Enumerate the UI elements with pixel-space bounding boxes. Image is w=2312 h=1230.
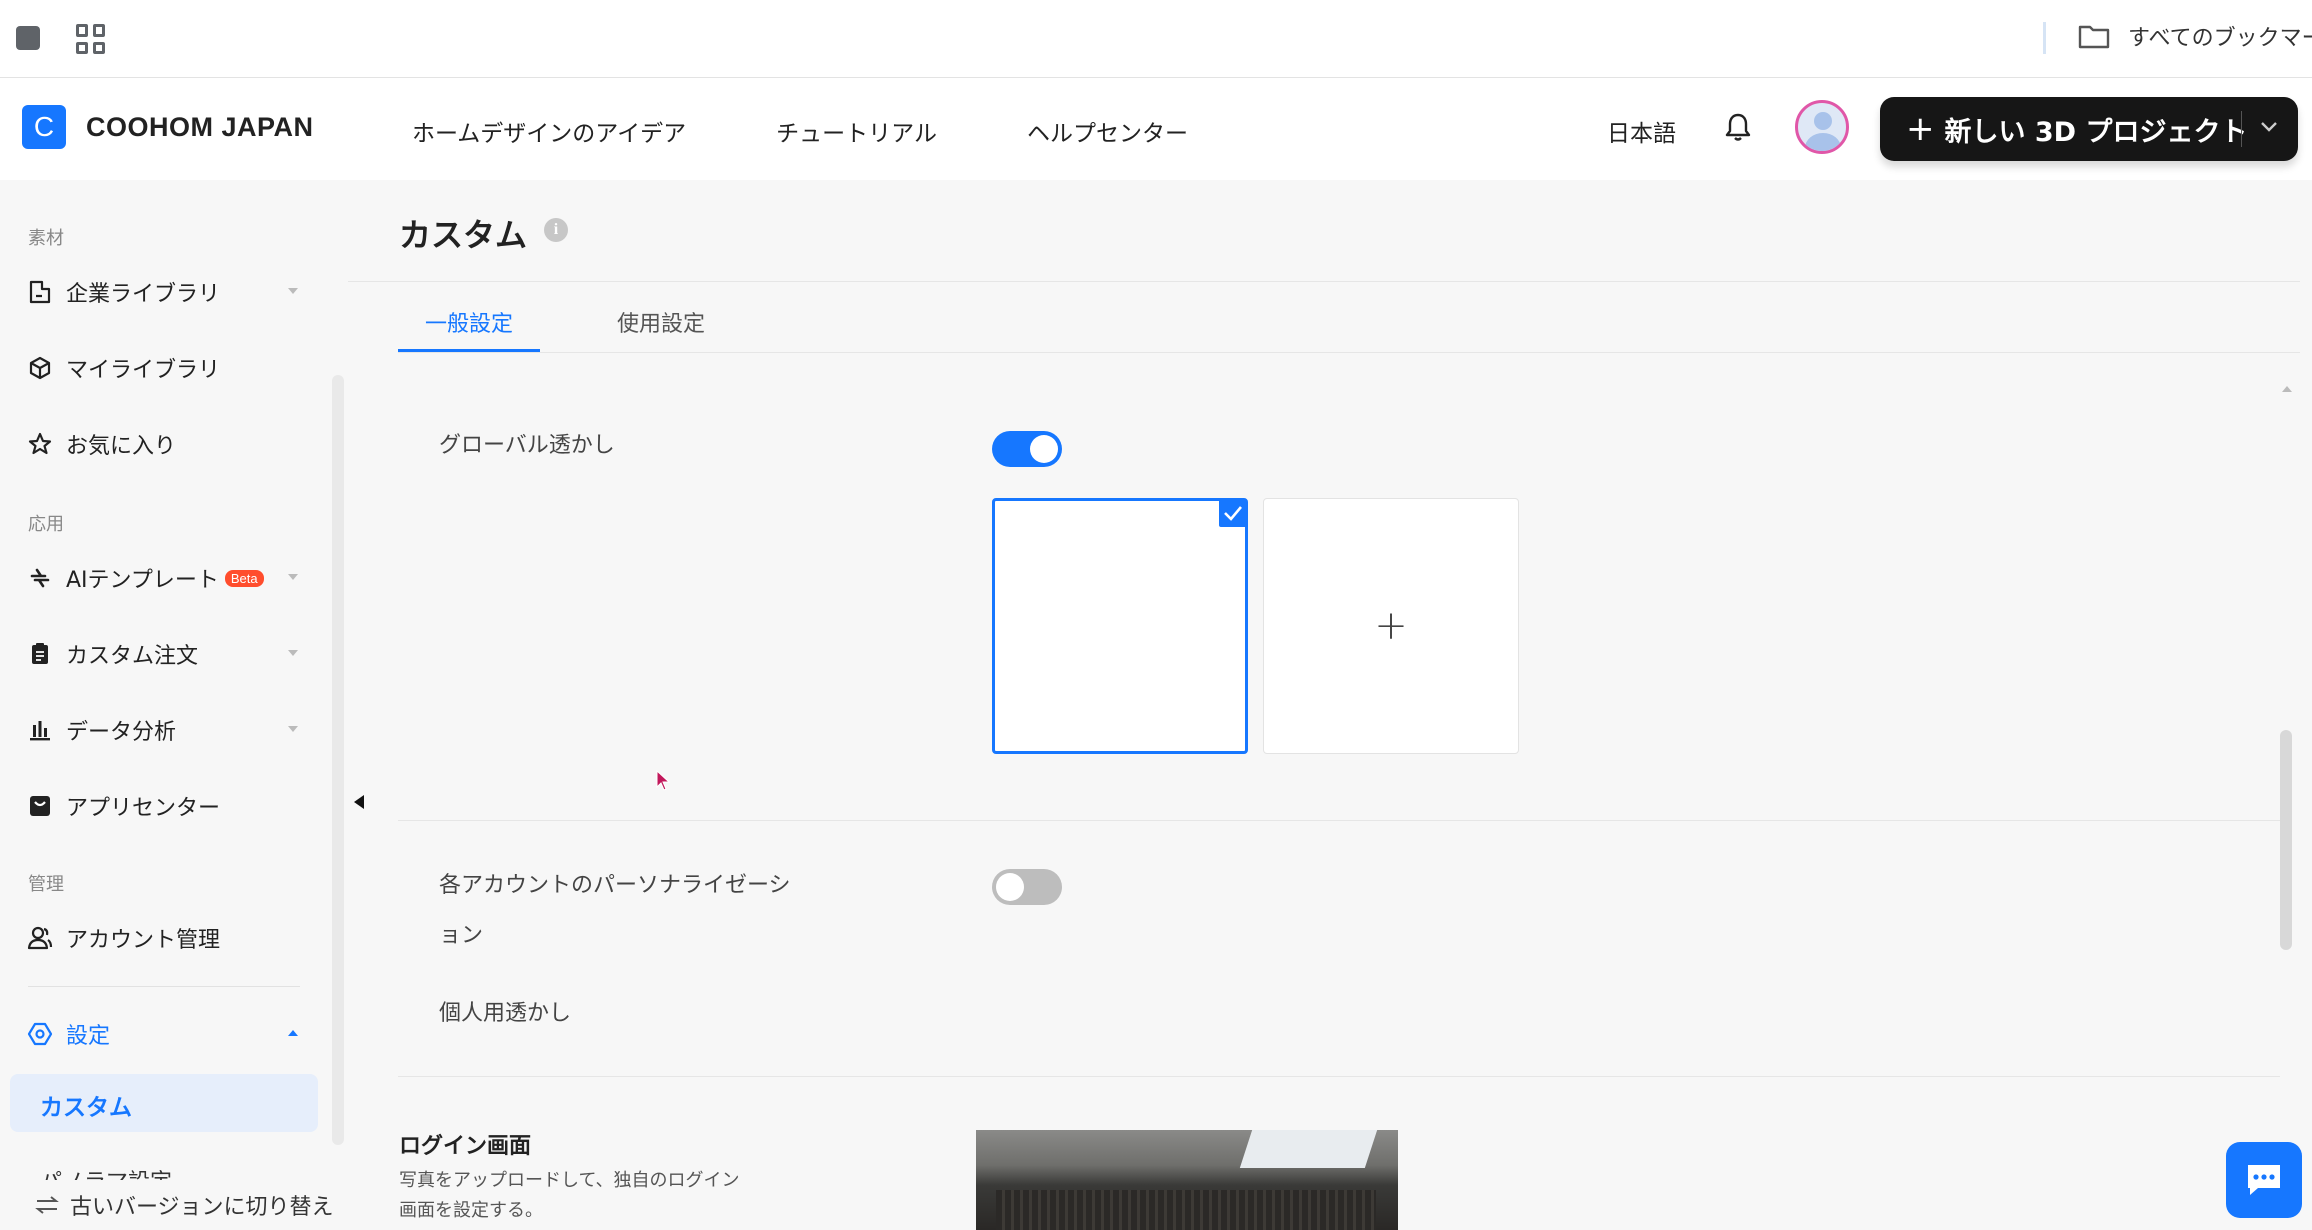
section-divider	[398, 1076, 2280, 1077]
sidebar: 素材 企業ライブラリ マイライブラリ お気に入り 応用 AIテンプレート Bet…	[0, 180, 340, 1230]
button-split-divider	[2241, 111, 2242, 147]
page-title: カスタム	[399, 216, 528, 254]
login-screen-title: ログイン画面	[399, 1134, 532, 1159]
sidebar-subitem-custom[interactable]: カスタム	[10, 1074, 318, 1132]
bar-chart-icon	[26, 716, 54, 744]
checkmark-icon[interactable]	[1219, 499, 1247, 527]
logo-icon[interactable]: C	[22, 105, 66, 149]
star-icon	[26, 430, 54, 458]
toggle-knob	[996, 873, 1024, 901]
title-divider	[348, 281, 2300, 282]
sidebar-item-label: アカウント管理	[66, 928, 221, 953]
all-bookmarks-button[interactable]: すべてのブックマーク	[2078, 20, 2312, 52]
nav-home-design-ideas[interactable]: ホームデザインのアイデア	[412, 114, 686, 148]
watermark-thumbnail-selected[interactable]	[992, 498, 1248, 754]
tab-usage-settings[interactable]: 使用設定	[617, 306, 705, 338]
main-scrollbar[interactable]	[2280, 730, 2292, 950]
tabs-divider	[398, 352, 2300, 353]
building-library-icon	[26, 278, 54, 306]
section-materials: 素材	[28, 228, 64, 249]
sidebar-item-label: 設定	[66, 1024, 111, 1049]
user-group-icon	[26, 924, 54, 952]
global-watermark-toggle[interactable]	[992, 431, 1062, 467]
sidebar-item-label: マイライブラリ	[66, 358, 221, 383]
sidebar-divider	[28, 986, 300, 987]
sidebar-item-label: アプリセンター	[66, 796, 221, 821]
app-header: C COOHOM JAPAN ホームデザインのアイデア チュートリアル ヘルプセ…	[0, 78, 2312, 180]
apps-grid-icon[interactable]	[76, 24, 106, 54]
global-watermark-label: グローバル透かし	[439, 433, 615, 458]
sidebar-item-settings[interactable]: 設定	[26, 1010, 298, 1058]
tab-strip-icon[interactable]	[16, 26, 40, 50]
toggle-knob	[1030, 435, 1058, 463]
personalization-label-line2: ョン	[439, 923, 484, 948]
mouse-cursor-icon	[656, 769, 672, 792]
language-selector[interactable]: 日本語	[1607, 114, 1676, 148]
section-admin: 管理	[28, 874, 64, 895]
all-bookmarks-label: すべてのブックマーク	[2128, 26, 2312, 51]
browser-bookmark-bar: すべてのブックマーク	[0, 0, 2312, 78]
login-desc-line1: 写真をアップロードして、独自のログイン	[399, 1170, 740, 1191]
top-nav: ホームデザインのアイデア チュートリアル ヘルプセンター	[412, 114, 1188, 148]
sidebar-item-label: AIテンプレート	[66, 568, 219, 593]
switch-old-version-label: 古いバージョンに切り替え	[70, 1195, 334, 1220]
login-desc-line2: 画面を設定する。	[399, 1200, 543, 1221]
switch-old-version-button[interactable]: 古いバージョンに切り替え	[0, 1180, 340, 1230]
new-3d-project-button[interactable]: + 新しい 3D プロジェクト	[1880, 97, 2298, 161]
sidebar-item-ai-templates[interactable]: AIテンプレート Beta	[26, 554, 298, 602]
section-apps: 応用	[28, 514, 64, 535]
sidebar-item-label: カスタム注文	[66, 644, 199, 669]
clipboard-icon	[26, 640, 54, 668]
cube-icon	[26, 354, 54, 382]
tab-general-settings[interactable]: 一般設定	[425, 306, 513, 338]
lightning-icon	[26, 564, 54, 592]
caret-down-icon	[288, 288, 298, 294]
nav-tutorial[interactable]: チュートリアル	[776, 114, 937, 148]
chevron-down-icon[interactable]	[2258, 113, 2280, 135]
info-icon[interactable]: i	[544, 218, 568, 242]
sidebar-item-label: お気に入り	[66, 434, 177, 459]
section-divider	[398, 820, 2280, 821]
personalization-toggle[interactable]	[992, 869, 1062, 905]
beta-badge: Beta	[224, 569, 264, 587]
plus-icon: +	[1906, 109, 1935, 149]
collapse-sidebar-icon[interactable]	[354, 795, 364, 809]
personal-watermark-label: 個人用透かし	[439, 1001, 572, 1026]
sidebar-item-app-center[interactable]: アプリセンター	[26, 782, 298, 830]
login-screen-description: 写真をアップロードして、独自のログイン 画面を設定する。	[399, 1166, 779, 1226]
avatar[interactable]	[1795, 100, 1849, 154]
sidebar-item-my-library[interactable]: マイライブラリ	[26, 344, 298, 392]
switch-arrows-icon	[34, 1192, 60, 1218]
nav-help-center[interactable]: ヘルプセンター	[1027, 114, 1188, 148]
settings-hexagon-icon	[26, 1020, 54, 1048]
bookmark-separator	[2043, 22, 2046, 54]
shopping-bag-icon	[26, 792, 54, 820]
scroll-up-icon[interactable]	[2282, 386, 2292, 392]
new-project-label: 新しい 3D プロジェクト	[1944, 116, 2248, 148]
chat-support-button[interactable]	[2226, 1142, 2302, 1218]
bell-icon[interactable]	[1723, 111, 1753, 143]
login-background-image[interactable]	[976, 1130, 1398, 1230]
caret-down-icon	[288, 574, 298, 580]
caret-down-icon	[288, 726, 298, 732]
sidebar-item-label: 企業ライブラリ	[66, 282, 221, 307]
personalization-label-line1: 各アカウントのパーソナライゼーシ	[439, 873, 791, 898]
caret-up-icon	[288, 1030, 298, 1036]
sidebar-item-account-management[interactable]: アカウント管理	[26, 914, 298, 962]
sidebar-item-data-analysis[interactable]: データ分析	[26, 706, 298, 754]
sidebar-item-enterprise-library[interactable]: 企業ライブラリ	[26, 268, 298, 316]
chat-bubble-icon	[2248, 1165, 2280, 1195]
caret-down-icon	[288, 650, 298, 656]
add-watermark-button[interactable]: +	[1263, 498, 1519, 754]
sidebar-item-label: データ分析	[66, 720, 177, 745]
brand-name[interactable]: COOHOM JAPAN	[86, 112, 314, 143]
sidebar-item-favorites[interactable]: お気に入り	[26, 420, 298, 468]
sidebar-scrollbar[interactable]	[332, 375, 344, 1145]
folder-icon	[2078, 23, 2110, 49]
sidebar-item-custom-orders[interactable]: カスタム注文	[26, 630, 298, 678]
